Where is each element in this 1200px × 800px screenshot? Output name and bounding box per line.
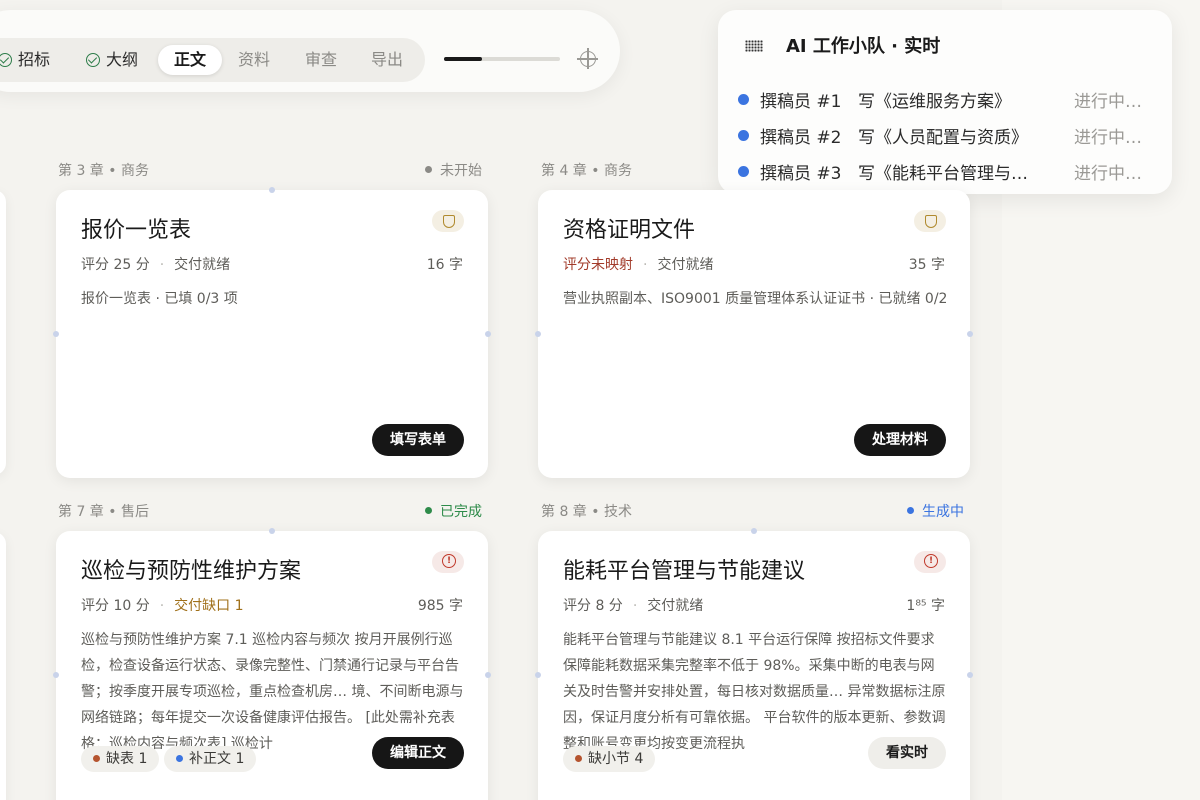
ai-worker-row[interactable]: 撰稿员 #1 写《运维服务方案》 进行中…	[718, 87, 1172, 112]
card-title: 能耗平台管理与节能建议	[563, 559, 806, 584]
word-count: 1⁸⁵ 字	[906, 598, 945, 614]
tag-dot	[93, 755, 100, 762]
dot-grid-icon	[745, 40, 763, 52]
ai-worker-row[interactable]: 撰稿员 #2 写《人员配置与资质》 进行中…	[718, 123, 1172, 148]
connector-dot[interactable]	[535, 331, 541, 337]
chapter-status: 生成中	[907, 501, 964, 521]
tag-dot	[176, 755, 183, 762]
connector-dot[interactable]	[53, 672, 59, 678]
connector-dot[interactable]	[751, 528, 757, 534]
status-dot	[425, 166, 432, 173]
chapter-label: 第 4 章 • 商务	[541, 163, 632, 179]
word-count: 985 字	[417, 598, 463, 614]
overall-progress-bar	[444, 57, 560, 61]
connector-dot[interactable]	[269, 187, 275, 193]
card-title: 报价一览表	[81, 218, 192, 243]
shield-icon	[432, 210, 464, 232]
active-status-dot	[738, 130, 749, 141]
status-dot	[425, 507, 432, 514]
worker-task: 写《运维服务方案》	[858, 92, 1011, 112]
progress-fill	[444, 57, 483, 61]
worker-status: 进行中…	[1074, 164, 1142, 184]
connector-dot[interactable]	[53, 331, 59, 337]
connector-dot[interactable]	[967, 331, 973, 337]
chapter-status: 未开始	[425, 160, 482, 180]
worker-name: 撰稿员 #2	[760, 128, 842, 148]
step-navigation-bar: 招标 大纲 正文 资料 审查 导出	[0, 10, 620, 92]
offscreen-card-left[interactable]	[0, 532, 6, 800]
connector-dot[interactable]	[535, 672, 541, 678]
chapter-label: 第 8 章 • 技术	[541, 504, 632, 520]
card-meta: 评分 8 分 · 交付就绪	[563, 598, 704, 614]
ai-panel-title: AI 工作小队 · 实时	[786, 36, 941, 57]
worker-status: 进行中…	[1074, 92, 1142, 112]
step-tabs: 招标 大纲 正文 资料 审查 导出	[0, 38, 425, 82]
connector-dot[interactable]	[485, 672, 491, 678]
process-materials-button[interactable]: 处理材料	[854, 424, 946, 456]
chapter-label: 第 3 章 • 商务	[58, 163, 149, 179]
check-circle-icon	[0, 53, 12, 67]
missing-table-tag[interactable]: 缺表 1	[81, 746, 160, 772]
card-meta: 评分 25 分 · 交付就绪	[81, 257, 231, 273]
add-body-tag[interactable]: 补正文 1	[164, 746, 257, 772]
chapter-status: 已完成	[425, 501, 482, 521]
word-count: 16 字	[426, 257, 463, 273]
active-status-dot	[738, 94, 749, 105]
card-description: 营业执照副本、ISO9001 质量管理体系认证证书 · 已就绪 0/2	[563, 291, 948, 307]
tab-body[interactable]: 正文	[158, 45, 223, 75]
worker-task: 写《人员配置与资质》	[858, 128, 1028, 148]
view-live-button[interactable]: 看实时	[868, 737, 946, 769]
missing-section-tag[interactable]: 缺小节 4	[563, 746, 656, 772]
check-circle-icon	[86, 53, 100, 67]
connector-dot[interactable]	[485, 331, 491, 337]
chapter-card[interactable]: 能耗平台管理与节能建议 评分 8 分·交付就绪 1⁸⁵ 字 能耗平台管理与节能建…	[538, 531, 970, 800]
tab-review[interactable]: 审查	[305, 45, 337, 75]
tab-export[interactable]: 导出	[371, 45, 403, 75]
target-crosshair-icon[interactable]	[577, 48, 598, 69]
alert-icon	[914, 551, 946, 573]
status-dot	[907, 507, 914, 514]
worker-name: 撰稿员 #1	[760, 92, 842, 112]
offscreen-card-left[interactable]	[0, 190, 6, 475]
chapter-card[interactable]: 巡检与预防性维护方案 评分 10 分·交付缺口 1 985 字 巡检与预防性维护…	[56, 531, 488, 800]
edit-body-button[interactable]: 编辑正文	[372, 737, 464, 769]
card-title: 巡检与预防性维护方案	[81, 559, 302, 584]
worker-name: 撰稿员 #3	[760, 164, 842, 184]
tab-materials[interactable]: 资料	[238, 45, 270, 75]
connector-dot[interactable]	[269, 528, 275, 534]
ai-worker-row[interactable]: 撰稿员 #3 写《能耗平台管理与… 进行中…	[718, 159, 1172, 184]
shield-icon	[914, 210, 946, 232]
word-count: 35 字	[908, 257, 945, 273]
connector-dot[interactable]	[967, 672, 973, 678]
card-title: 资格证明文件	[563, 218, 696, 243]
card-meta: 评分 10 分 · 交付缺口 1	[81, 598, 244, 614]
tab-outline[interactable]: 大纲	[86, 45, 138, 75]
alert-icon	[432, 551, 464, 573]
fill-form-button[interactable]: 填写表单	[372, 424, 464, 456]
chapter-card[interactable]: 资格证明文件 评分未映射 · 交付就绪 35 字 营业执照副本、ISO9001 质量…	[538, 190, 970, 478]
worker-task: 写《能耗平台管理与…	[858, 164, 1028, 184]
chapter-label: 第 7 章 • 售后	[58, 504, 149, 520]
tab-bidding[interactable]: 招标	[0, 45, 50, 75]
worker-status: 进行中…	[1074, 128, 1142, 148]
ai-team-panel: AI 工作小队 · 实时 撰稿员 #1 写《运维服务方案》 进行中… 撰稿员 #…	[718, 10, 1172, 194]
active-status-dot	[738, 166, 749, 177]
card-meta: 评分未映射 · 交付就绪	[563, 257, 714, 273]
tag-dot	[575, 755, 582, 762]
card-description: 报价一览表 · 已填 0/3 项	[81, 291, 238, 307]
chapter-card[interactable]: 报价一览表 评分 25 分 · 交付就绪 16 字 报价一览表 · 已填 0/3 项…	[56, 190, 488, 478]
